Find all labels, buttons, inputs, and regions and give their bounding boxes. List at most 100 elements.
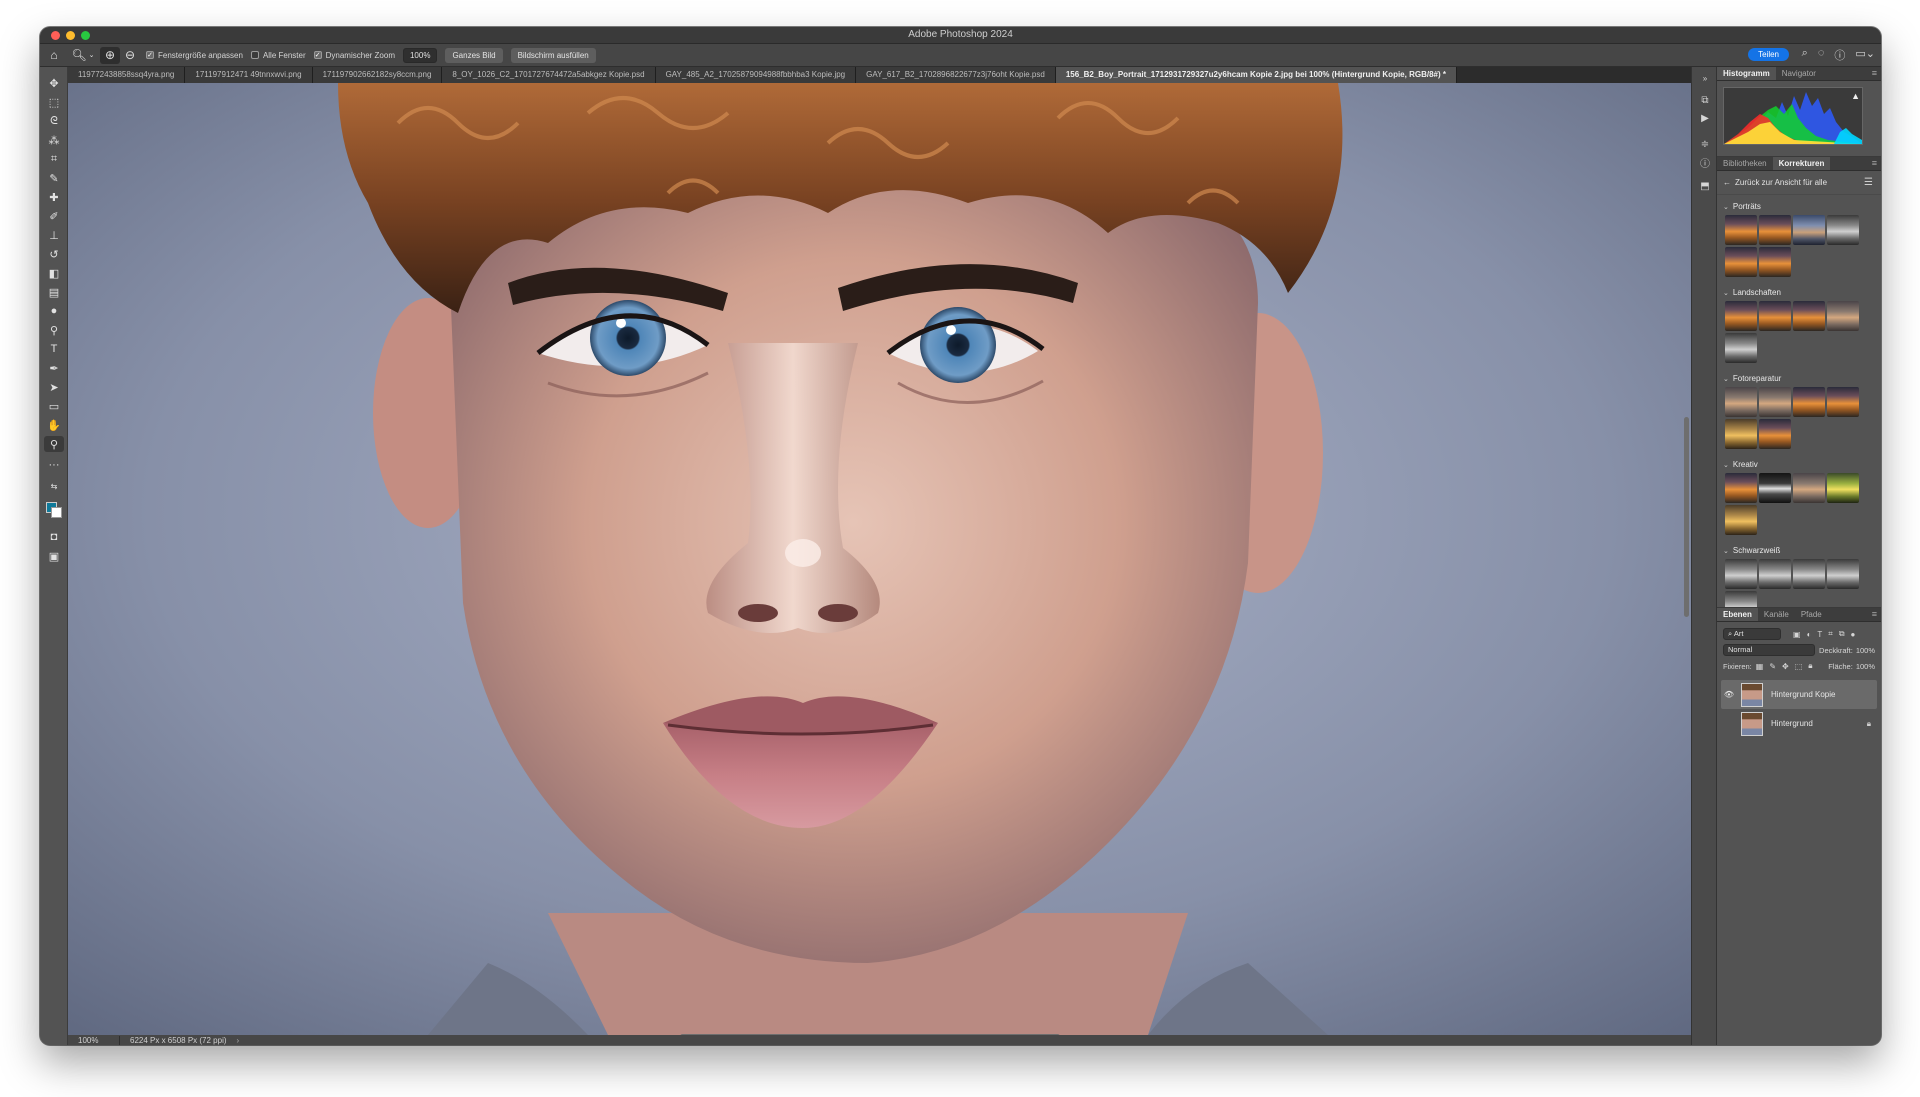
actions-panel-icon[interactable]: ▶ (1697, 111, 1713, 125)
preset-thumbnail[interactable] (1759, 387, 1791, 417)
info-panel-icon[interactable]: ⓘ (1697, 155, 1713, 170)
collapse-panels-icon[interactable]: » (1697, 71, 1713, 85)
tab-libraries[interactable]: Bibliotheken (1717, 157, 1773, 170)
back-to-all-link[interactable]: ← Zurück zur Ansicht für alle ☰ (1717, 171, 1881, 195)
lock-icon[interactable]: 🔒︎ (1867, 719, 1871, 729)
eye-icon[interactable]: 👁︎ (1723, 690, 1735, 699)
blend-mode-select[interactable]: Normal (1723, 644, 1816, 656)
screen-mode-icon[interactable]: ▣ (44, 548, 64, 564)
pen-icon[interactable]: ✒ (44, 360, 64, 376)
preset-thumbnail[interactable] (1725, 591, 1757, 607)
tab-paths[interactable]: Pfade (1795, 608, 1828, 621)
document-canvas[interactable] (68, 83, 1691, 1035)
workspace-icon[interactable]: ▭⌄ (1855, 47, 1875, 63)
lock-position-icon[interactable]: ✥ (1782, 662, 1789, 671)
hand-icon[interactable]: ✋ (44, 417, 64, 433)
document-tab[interactable]: GAY_485_A2_17025879094988fbbhba3 Kopie.j… (655, 67, 857, 83)
eyedropper-icon[interactable]: ✎ (44, 170, 64, 186)
move-icon[interactable]: ✥ (44, 75, 64, 91)
tab-histogram[interactable]: Histogramm (1717, 67, 1776, 80)
preset-thumbnail[interactable] (1759, 419, 1791, 449)
tab-layers[interactable]: Ebenen (1717, 608, 1758, 621)
preset-thumbnail[interactable] (1725, 333, 1757, 363)
layer-row-hintergrund-kopie[interactable]: 👁︎ Hintergrund Kopie (1721, 680, 1877, 709)
all-windows-option[interactable]: Alle Fenster (250, 51, 306, 60)
preset-thumbnail[interactable] (1725, 215, 1757, 245)
list-view-icon[interactable]: ☰ (1864, 177, 1873, 188)
filter-pixel-icon[interactable]: ▣ (1793, 630, 1801, 639)
more-tools-icon[interactable]: ··· (44, 457, 64, 473)
search-icon[interactable]: ⌕ (1802, 47, 1808, 63)
preset-thumbnail[interactable] (1725, 505, 1757, 535)
opacity-field[interactable]: 100% (1856, 646, 1875, 655)
lock-pixels-icon[interactable]: ✎ (1769, 662, 1776, 671)
path-select-icon[interactable]: ➤ (44, 379, 64, 395)
home-icon[interactable]: ⌂ (44, 47, 64, 64)
tab-channels[interactable]: Kanäle (1758, 608, 1795, 621)
learn-icon[interactable]: ◌ (1818, 47, 1825, 63)
share-button[interactable]: Teilen (1748, 48, 1789, 61)
preset-thumbnail[interactable] (1793, 559, 1825, 589)
preset-thumbnail[interactable] (1827, 387, 1859, 417)
shape-icon[interactable]: ▭ (44, 398, 64, 414)
preset-thumbnail[interactable] (1759, 301, 1791, 331)
zoom-tool-preset-icon[interactable]: 🔍︎ ⌄ (70, 47, 96, 64)
tab-adjustments[interactable]: Korrekturen (1772, 157, 1831, 170)
zoom-in-icon[interactable]: ⊕ (100, 46, 120, 64)
character-panel-icon[interactable]: ⬒ (1697, 179, 1713, 193)
preset-thumbnail[interactable] (1725, 301, 1757, 331)
eraser-icon[interactable]: ◧ (44, 265, 64, 281)
filter-adjustment-icon[interactable]: ◐ (1807, 630, 1812, 639)
dynamic-zoom-option[interactable]: ✓ Dynamischer Zoom (313, 51, 395, 60)
preset-thumbnail[interactable] (1725, 387, 1757, 417)
document-tab[interactable]: 156_B2_Boy_Portrait_1712931729327u2y6hca… (1055, 67, 1457, 83)
gradient-icon[interactable]: ▤ (44, 284, 64, 300)
preset-thumbnail[interactable] (1793, 473, 1825, 503)
section-header[interactable]: ⌄ Landschaften (1723, 285, 1875, 301)
preset-thumbnail[interactable] (1759, 215, 1791, 245)
history-brush-icon[interactable]: ↺ (44, 246, 64, 262)
layer-filter-select[interactable]: ⌕ Art (1723, 628, 1781, 640)
document-tab[interactable]: 8_OY_1026_C2_1701727674472a5abkgez Kopie… (442, 67, 656, 83)
quick-mask-icon[interactable]: ◘ (44, 529, 64, 545)
preset-thumbnail[interactable] (1725, 247, 1757, 277)
filter-shape-icon[interactable]: ⌗ (1828, 629, 1833, 639)
blur-icon[interactable]: ● (44, 303, 64, 319)
properties-panel-icon[interactable]: ≑ (1697, 137, 1713, 151)
zoom-icon[interactable]: ⚲ (44, 436, 64, 452)
preset-thumbnail[interactable] (1725, 473, 1757, 503)
history-panel-icon[interactable]: ⧉ (1697, 93, 1713, 107)
preset-thumbnail[interactable] (1827, 215, 1859, 245)
marquee-icon[interactable]: ⬚ (44, 94, 64, 110)
tab-navigator[interactable]: Navigator (1776, 67, 1822, 80)
type-icon[interactable]: T (44, 341, 64, 357)
panel-menu-icon[interactable]: ≡ (1872, 609, 1877, 619)
section-header[interactable]: ⌄ Schwarzweiß (1723, 543, 1875, 559)
section-header[interactable]: ⌄ Kreativ (1723, 457, 1875, 473)
document-tab[interactable]: 171197902662182sy8ccm.png (312, 67, 443, 83)
all-windows-checkbox[interactable] (250, 51, 259, 59)
document-tab[interactable]: GAY_617_B2_1702896822677z3j76oht Kopie.p… (856, 67, 1056, 83)
lock-artboard-icon[interactable]: ⬚ (1795, 662, 1803, 671)
fit-window-checkbox[interactable]: ✓ (146, 51, 154, 59)
section-header[interactable]: ⌄ Porträts (1723, 199, 1875, 215)
fill-screen-button[interactable]: Bildschirm ausfüllen (510, 47, 596, 63)
vertical-scrollbar[interactable] (1684, 417, 1689, 617)
zoom-out-icon[interactable]: ⊖ (120, 47, 140, 64)
crop-icon[interactable]: ⌗ (44, 151, 64, 167)
lock-all-icon[interactable]: 🔒︎ (1808, 661, 1812, 671)
dodge-icon[interactable]: ⚲ (44, 322, 64, 338)
preset-thumbnail[interactable] (1725, 419, 1757, 449)
brush-icon[interactable]: ✐ (44, 208, 64, 224)
preset-thumbnail[interactable] (1793, 301, 1825, 331)
clone-stamp-icon[interactable]: ⊥ (44, 227, 64, 243)
dynamic-zoom-checkbox[interactable]: ✓ (313, 51, 322, 59)
section-header[interactable]: ⌄ Fotoreparatur (1723, 371, 1875, 387)
preset-thumbnail[interactable] (1759, 559, 1791, 589)
fill-field[interactable]: 100% (1856, 662, 1875, 671)
preset-thumbnail[interactable] (1793, 387, 1825, 417)
zoom-percent-field[interactable]: 100% (402, 47, 438, 63)
lock-transparency-icon[interactable]: ▦ (1756, 662, 1764, 671)
help-icon[interactable]: ⓘ (1834, 47, 1845, 63)
filter-smart-object-icon[interactable]: ⧉ (1839, 629, 1845, 639)
